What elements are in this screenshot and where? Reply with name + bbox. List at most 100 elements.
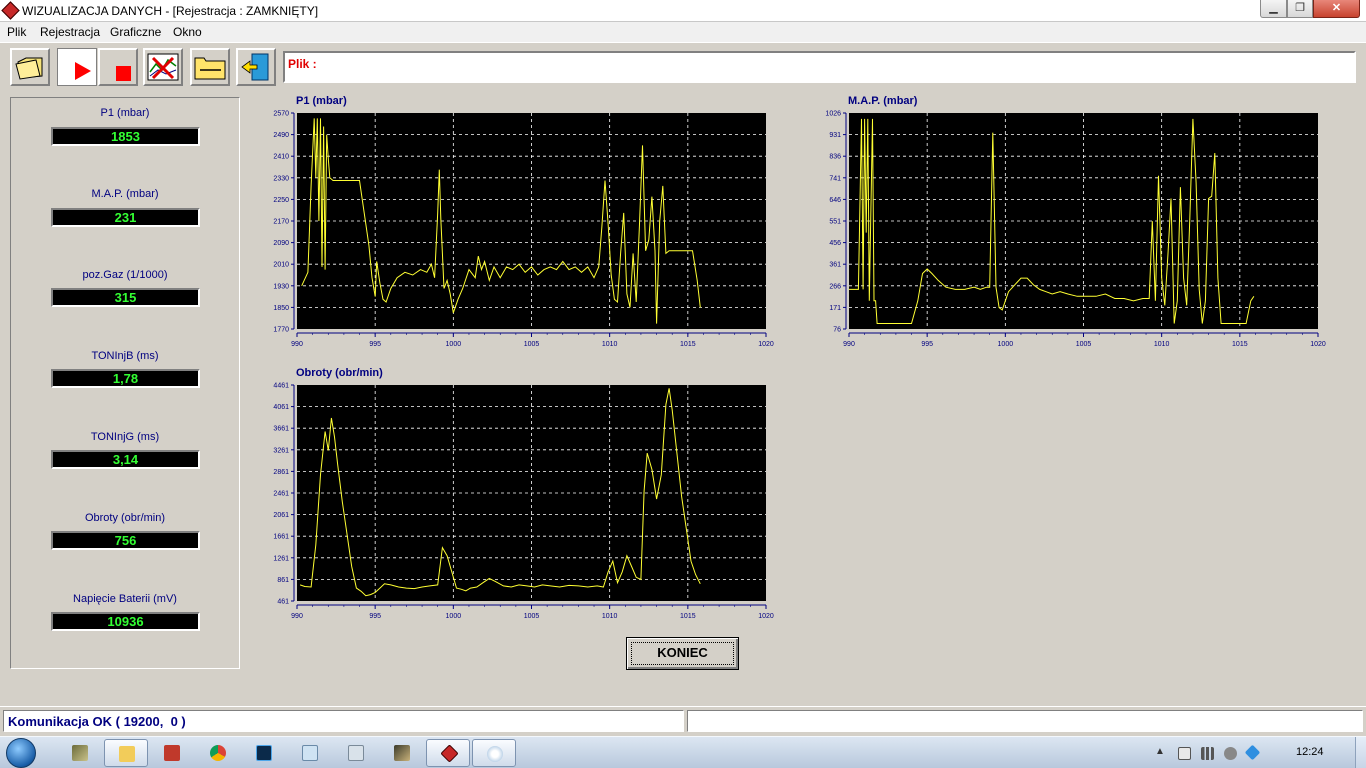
chart-p1: 2570 2490 2410 2330 2250 2170 2090 2010 1930 1850… [273,111,774,349]
readout-label-gas: poz.Gaz (1/1000) [82,269,168,281]
app1-icon [72,745,88,761]
app-logo-icon[interactable] [1,1,20,20]
y-tick-label: 4061 [273,404,289,411]
y-tick-label: 2410 [273,154,289,161]
y-tick-label: 2170 [273,219,289,226]
explorer-icon [119,746,135,762]
status-bar: Komunikacja OK ( 19200, 0 ) [0,706,1366,734]
toolbar: Plik : [0,42,1366,92]
x-tick-label: 1015 [680,341,696,348]
show-desktop-button[interactable] [1355,737,1366,768]
clock[interactable]: 12:24 [1296,746,1324,758]
menu-graficzne[interactable]: Graficzne [110,25,161,39]
menu-okno[interactable]: Okno [173,25,202,39]
taskbar-calculator[interactable] [334,739,378,767]
volume-muted-icon[interactable] [1224,747,1237,760]
chart-title-map: M.A.P. (mbar) [848,95,918,107]
y-tick-label: 931 [829,132,841,139]
readout-label-map: M.A.P. (mbar) [91,188,159,200]
y-tick-label: 741 [829,175,841,182]
folder-icon [194,57,226,80]
taskbar-app1[interactable] [58,739,102,767]
network-icon[interactable] [1201,747,1214,760]
file-label: Plik : [288,57,317,71]
readout-value-battery: 10936 [51,612,200,631]
chart-title-rpm: Obroty (obr/min) [296,367,383,379]
start-button[interactable] [6,738,36,768]
y-tick-label: 3261 [273,447,289,454]
koniec-button[interactable]: KONIEC [626,637,739,670]
y-tick-label: 1850 [273,305,289,312]
taskbar-wizualizacja[interactable] [426,739,470,767]
folder-button[interactable] [190,48,230,86]
y-tick-label: 2250 [273,197,289,204]
y-tick-label: 3661 [273,426,289,433]
y-tick-label: 2461 [273,491,289,498]
taskbar-explorer[interactable] [104,739,148,767]
readout-label-p1: P1 (mbar) [100,107,150,119]
readout-label-battery: Napięcie Baterii (mV) [73,593,177,605]
y-tick-label: 2061 [273,512,289,519]
readout-value-gas: 315 [51,288,200,307]
y-tick-label: 2010 [273,262,289,269]
stop-recording-button[interactable] [98,48,138,86]
y-tick-label: 76 [833,327,841,334]
start-recording-button[interactable] [57,48,97,86]
app2-icon [394,745,410,761]
exit-button[interactable] [236,48,276,86]
menu-plik[interactable]: Plik [7,25,26,39]
readout-value-toninjb: 1,78 [51,369,200,388]
focus-rect [631,642,734,665]
x-tick-label: 990 [291,613,303,620]
close-button[interactable]: ✕ [1313,0,1360,18]
taskbar-photoshop[interactable] [242,739,286,767]
y-tick-label: 361 [829,262,841,269]
y-tick-label: 1770 [273,327,289,334]
menu-rejestracja[interactable]: Rejestracja [40,25,100,39]
x-tick-label: 1000 [998,341,1014,348]
clear-chart-button[interactable] [143,48,183,86]
y-tick-label: 861 [277,577,289,584]
open-file-button[interactable] [10,48,50,86]
taskbar: ▲ 12:24 [0,736,1366,768]
y-tick-label: 2330 [273,175,289,182]
status-text-left: Komunikacja OK ( 19200, 0 ) [8,714,186,729]
tray-expand-icon[interactable]: ▲ [1155,746,1165,757]
x-tick-label: 990 [843,341,855,348]
maximize-button[interactable]: ❐ [1287,0,1313,18]
battery-icon[interactable] [1178,747,1191,760]
open-folder-icon [15,57,43,80]
readout-value-p1: 1853 [51,127,200,146]
x-tick-label: 1005 [524,341,540,348]
y-tick-label: 461 [277,599,289,606]
x-tick-label: 1005 [1076,341,1092,348]
x-tick-label: 1010 [602,613,618,620]
chrome-icon [210,745,226,761]
x-tick-label: 1020 [1310,341,1326,348]
x-tick-label: 1020 [758,341,774,348]
dropbox-icon[interactable] [1244,744,1261,761]
y-tick-label: 171 [829,305,841,312]
x-tick-label: 995 [369,341,381,348]
minimize-button[interactable]: ▁ [1260,0,1287,18]
taskbar-acrobat[interactable] [150,739,194,767]
exit-door-icon [241,53,269,81]
readout-value-toninjg: 3,14 [51,450,200,469]
file-path-field[interactable]: Plik : [283,51,1356,83]
y-tick-label: 836 [829,154,841,161]
y-tick-label: 2861 [273,469,289,476]
status-field-left: Komunikacja OK ( 19200, 0 ) [3,710,684,732]
chart-rpm: 4461 4061 3661 3261 2861 2461 2061 1661 1261 861 4… [273,383,773,621]
x-tick-label: 990 [291,341,303,348]
y-tick-label: 2570 [273,111,289,118]
taskbar-chrome[interactable] [196,739,240,767]
x-tick-label: 1010 [1154,341,1170,348]
readout-label-rpm: Obroty (obr/min) [84,512,166,524]
menu-bar: Plik Rejestracja Graficzne Okno [0,22,1366,42]
x-tick-label: 1005 [524,613,540,620]
readout-label-toninjb: TONInjB (ms) [91,350,159,362]
taskbar-notepad[interactable] [288,739,332,767]
taskbar-paint[interactable] [472,739,516,767]
readout-panel: P1 (mbar) 1853 M.A.P. (mbar) 231 poz.Gaz… [10,97,240,669]
taskbar-app2[interactable] [380,739,424,767]
